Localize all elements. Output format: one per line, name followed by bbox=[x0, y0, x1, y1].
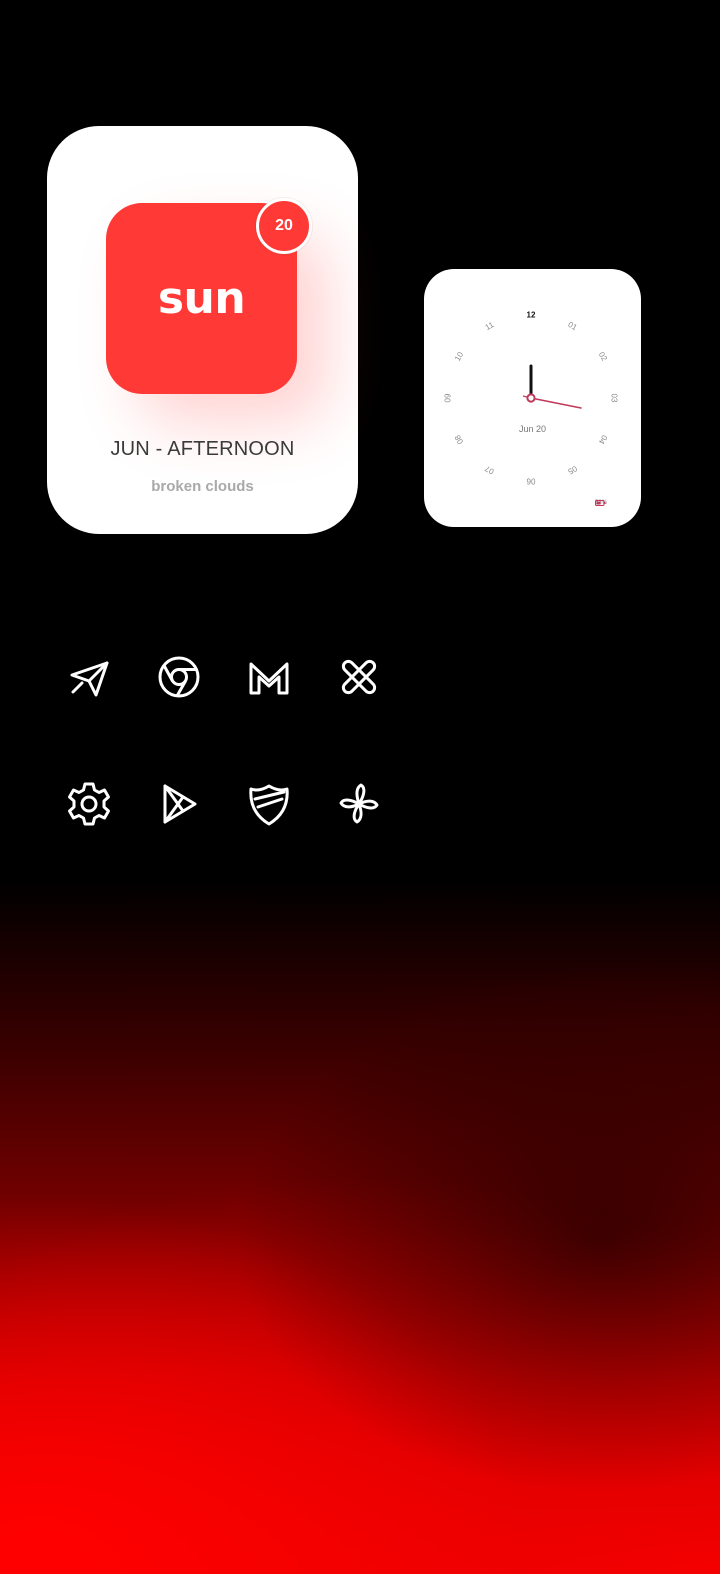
dial-label: 08 bbox=[453, 433, 466, 446]
settings-app[interactable] bbox=[62, 777, 116, 831]
weather-condition: broken clouds bbox=[151, 478, 254, 495]
clock-widget[interactable]: 12 01 02 03 04 05 06 07 08 09 10 11 Jun 20 53% bbox=[424, 269, 641, 527]
chrome-icon bbox=[158, 656, 200, 698]
period-label: JUN - AFTERNOON bbox=[110, 438, 295, 460]
dial-label: 05 bbox=[566, 464, 579, 477]
play-store-app[interactable] bbox=[152, 777, 206, 831]
dial-label: 11 bbox=[484, 320, 496, 332]
chrome-app[interactable] bbox=[152, 650, 206, 704]
battery-icon bbox=[594, 500, 606, 506]
minute-hand bbox=[530, 397, 582, 409]
dial-label: 10 bbox=[453, 350, 466, 363]
photos-app[interactable] bbox=[332, 777, 386, 831]
clock-date: Jun 20 bbox=[518, 424, 547, 434]
tools-app[interactable] bbox=[332, 650, 386, 704]
day-name: sun bbox=[157, 273, 246, 324]
telegram-app[interactable] bbox=[62, 650, 116, 704]
day-widget[interactable]: sun 20 JUN - AFTERNOON broken clouds bbox=[47, 126, 358, 534]
dial-label: 12 bbox=[527, 311, 536, 320]
dial-label: 04 bbox=[597, 433, 610, 446]
gear-icon bbox=[68, 782, 110, 826]
play-store-icon bbox=[163, 784, 197, 824]
battery-indicator: 53% bbox=[594, 500, 607, 506]
wrench-cross-icon bbox=[341, 659, 377, 695]
paper-plane-icon bbox=[70, 661, 109, 697]
shield-icon bbox=[249, 784, 289, 826]
center-pin bbox=[526, 393, 536, 403]
security-app[interactable] bbox=[242, 777, 296, 831]
dial-label: 06 bbox=[526, 477, 535, 486]
date-badge: 20 bbox=[256, 198, 312, 254]
dial-label: 03 bbox=[610, 394, 619, 403]
dial-label: 09 bbox=[444, 393, 453, 402]
pinwheel-icon bbox=[339, 783, 379, 824]
gmail-icon bbox=[249, 662, 289, 695]
dial-label: 01 bbox=[566, 320, 579, 333]
analog-clock-face: 12 01 02 03 04 05 06 07 08 09 10 11 bbox=[444, 311, 619, 486]
dial-label: 02 bbox=[597, 350, 610, 363]
gmail-app[interactable] bbox=[242, 650, 296, 704]
dial-label: 07 bbox=[483, 464, 496, 477]
